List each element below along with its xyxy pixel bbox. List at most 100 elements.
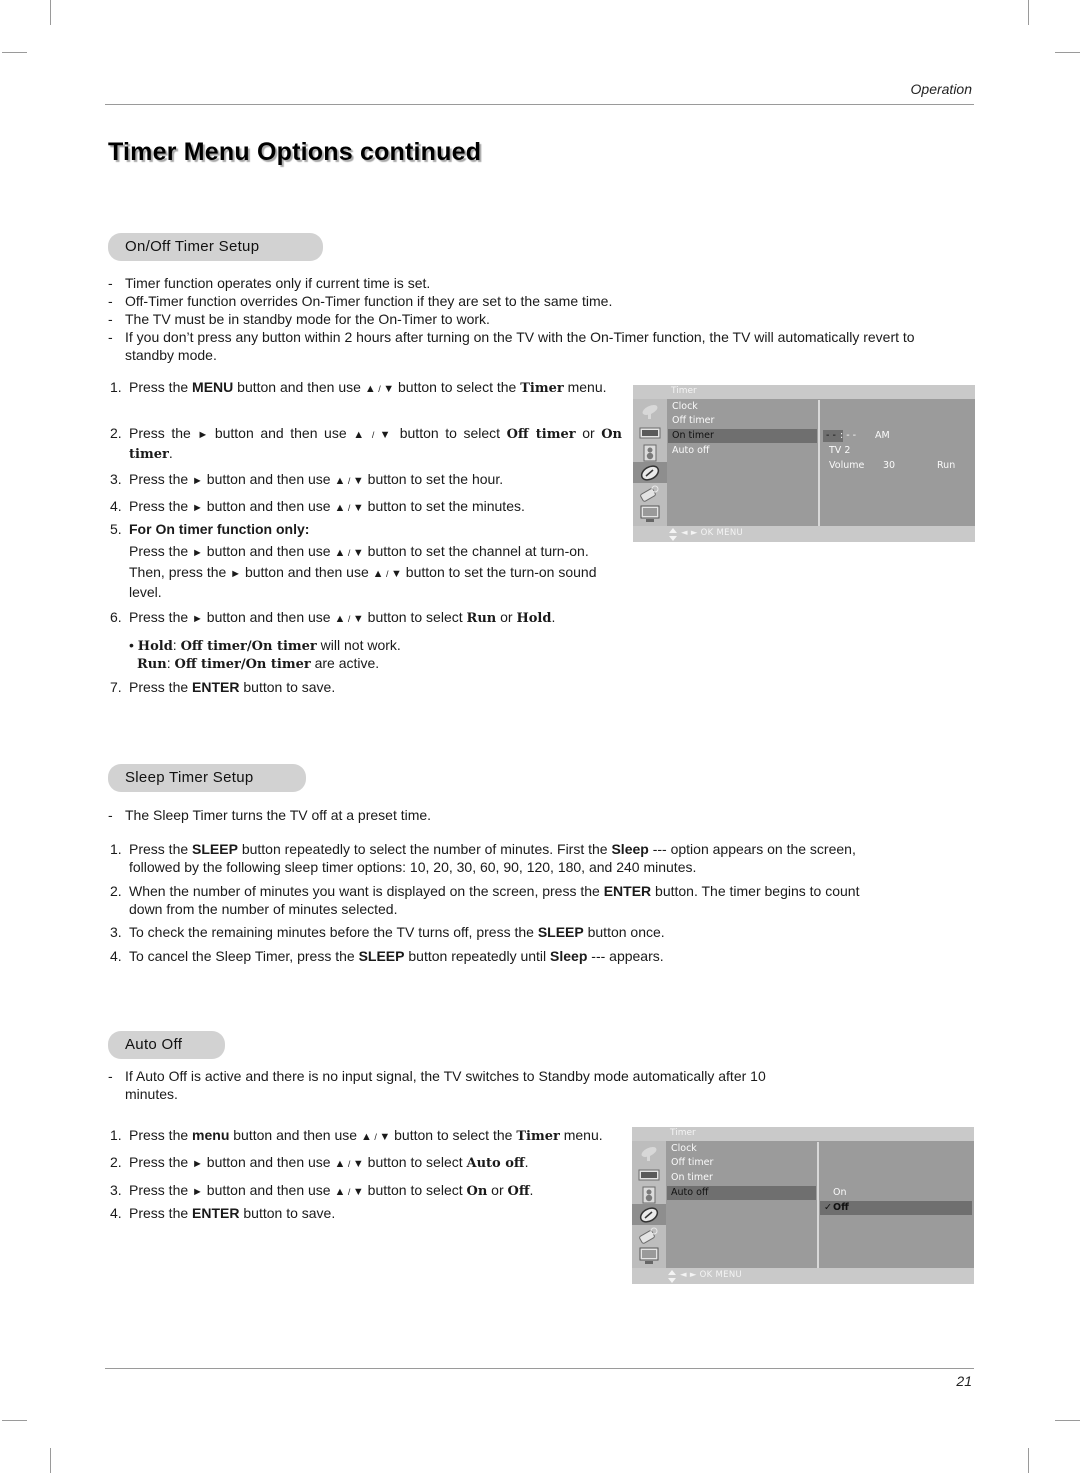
osd-menu-item-on-timer[interactable]: On timer bbox=[668, 429, 817, 443]
down-arrow-icon: ▼ bbox=[383, 383, 395, 395]
note-item: If Auto Off is active and there is no in… bbox=[108, 1067, 778, 1103]
osd-ampm-field[interactable]: AM bbox=[875, 429, 890, 443]
step-item: 1. Press the SLEEP button repeatedly to … bbox=[110, 841, 856, 875]
pc-screen-icon[interactable] bbox=[637, 505, 663, 523]
step-item: 2. When the number of minutes you want i… bbox=[110, 883, 860, 917]
osd-menu-item-off-timer[interactable]: Off timer bbox=[668, 414, 817, 428]
up-down-arrow-icon bbox=[669, 528, 677, 541]
down-arrow-icon: ▼ bbox=[352, 502, 364, 514]
running-header: Operation bbox=[910, 81, 972, 97]
on-off-timer-notes: Timer function operates only if current … bbox=[108, 274, 928, 364]
up-arrow-icon: ▲ bbox=[334, 475, 346, 487]
step-item: 2. Press the ► button and then use ▲ / ▼… bbox=[110, 425, 622, 462]
up-down-arrow-icon bbox=[668, 1270, 676, 1283]
crop-mark bbox=[1028, 0, 1029, 25]
up-arrow-icon: ▲ bbox=[334, 502, 346, 514]
step-item: 1. Press the menu button and then use ▲ … bbox=[110, 1127, 603, 1144]
down-arrow-icon: ▼ bbox=[352, 1158, 364, 1170]
step-item: 4. To cancel the Sleep Timer, press the … bbox=[110, 948, 664, 964]
note-item: The Sleep Timer turns the TV off at a pr… bbox=[108, 806, 928, 824]
right-arrow-icon: ► bbox=[192, 613, 203, 625]
note-item: If you don’t press any button within 2 h… bbox=[108, 328, 928, 364]
picture-icon[interactable] bbox=[636, 1166, 662, 1184]
note-item: The TV must be in standby mode for the O… bbox=[108, 310, 928, 328]
up-arrow-icon: ▲ bbox=[334, 1158, 346, 1170]
down-arrow-icon: ▼ bbox=[352, 613, 364, 625]
osd-navigation-hint: ◄ ► OK MENU bbox=[681, 528, 744, 538]
up-arrow-icon: ▲ bbox=[334, 613, 346, 625]
osd-footer: ◄ ► OK MENU bbox=[632, 1268, 974, 1284]
osd-mode-field[interactable]: Run bbox=[937, 459, 955, 473]
down-arrow-icon: ▼ bbox=[379, 429, 394, 441]
osd-volume-label: Volume bbox=[829, 460, 865, 471]
up-arrow-icon: ▲ bbox=[364, 383, 376, 395]
note-item: Off-Timer function overrides On-Timer fu… bbox=[108, 292, 928, 310]
step-detail: Then, press the ► button and then use ▲ … bbox=[129, 564, 597, 600]
osd-menu-item-on-timer[interactable]: On timer bbox=[667, 1171, 816, 1185]
right-arrow-icon: ► bbox=[230, 568, 242, 580]
up-arrow-icon: ▲ bbox=[372, 568, 384, 580]
right-arrow-icon: ► bbox=[192, 475, 203, 487]
step-subheading: For On timer function only: bbox=[129, 521, 310, 537]
osd-menu-item-auto-off[interactable]: Auto off bbox=[667, 1186, 816, 1200]
up-arrow-icon: ▲ bbox=[353, 429, 367, 441]
step-item: 2. Press the ► button and then use ▲ / ▼… bbox=[110, 1154, 529, 1171]
picture-icon[interactable] bbox=[637, 424, 663, 442]
osd-menu-item-off-timer[interactable]: Off timer bbox=[667, 1156, 816, 1170]
satellite-dish-icon[interactable] bbox=[637, 403, 663, 421]
crop-mark bbox=[2, 52, 27, 53]
step-item: 3. To check the remaining minutes before… bbox=[110, 924, 665, 940]
osd-hour-field[interactable]: - - bbox=[826, 429, 836, 443]
osd-channel-field[interactable]: TV 2 bbox=[829, 444, 850, 458]
osd-option-off: Off bbox=[833, 1202, 849, 1213]
tv-menu-on-timer: Timer Clock Off timer On timer Auto off … bbox=[633, 385, 975, 542]
osd-option-off-row[interactable]: ✓ Off bbox=[820, 1201, 972, 1215]
timer-icon[interactable] bbox=[633, 462, 667, 483]
crop-mark bbox=[1055, 1420, 1080, 1421]
speaker-icon[interactable] bbox=[636, 1186, 662, 1204]
osd-minute-field[interactable]: : - - bbox=[840, 429, 856, 443]
check-icon: ✓ bbox=[824, 1202, 832, 1213]
crop-mark bbox=[1055, 52, 1080, 53]
up-arrow-icon: ▲ bbox=[360, 1131, 372, 1143]
osd-menu-item-auto-off[interactable]: Auto off bbox=[668, 444, 817, 458]
section-heading-sleep-timer: Sleep Timer Setup bbox=[108, 764, 306, 792]
osd-volume-value[interactable]: 30 bbox=[883, 459, 895, 473]
pc-screen-icon[interactable] bbox=[636, 1247, 662, 1265]
down-arrow-icon: ▼ bbox=[391, 568, 402, 580]
osd-title: Timer bbox=[670, 1128, 696, 1138]
step-item: 7. Press the ENTER button to save. bbox=[110, 679, 336, 695]
satellite-dish-icon[interactable] bbox=[636, 1145, 662, 1163]
down-arrow-icon: ▼ bbox=[352, 475, 364, 487]
right-arrow-icon: ► bbox=[192, 1186, 203, 1198]
right-arrow-icon: ► bbox=[192, 502, 203, 514]
footer-rule bbox=[105, 1368, 974, 1369]
osd-option-on[interactable]: On bbox=[833, 1186, 847, 1200]
osd-icon-bar bbox=[632, 1141, 666, 1268]
osd-menu-item-clock[interactable]: Clock bbox=[668, 400, 817, 414]
note-item: Timer function operates only if current … bbox=[108, 274, 928, 292]
section-heading-auto-off: Auto Off bbox=[108, 1031, 225, 1059]
special-icon[interactable] bbox=[636, 1227, 662, 1245]
osd-menu-item-clock[interactable]: Clock bbox=[667, 1142, 816, 1156]
down-arrow-icon: ▼ bbox=[352, 547, 364, 559]
step-item: 5. For On timer function only: bbox=[110, 521, 310, 537]
step-item: 1. Press the MENU button and then use ▲ … bbox=[110, 379, 607, 396]
page-number: 21 bbox=[956, 1373, 972, 1389]
step-detail: Press the ► button and then use ▲ / ▼ bu… bbox=[129, 543, 589, 559]
timer-icon[interactable] bbox=[632, 1204, 666, 1225]
crop-mark bbox=[50, 0, 51, 25]
down-arrow-icon: ▼ bbox=[379, 1131, 391, 1143]
page-title: Timer Menu Options continued bbox=[108, 138, 482, 166]
speaker-icon[interactable] bbox=[637, 444, 663, 462]
hold-bullet: • Hold: Off timer/On timer will not work… bbox=[129, 637, 401, 654]
down-arrow-icon: ▼ bbox=[352, 1186, 364, 1198]
up-arrow-icon: ▲ bbox=[334, 547, 346, 559]
osd-title: Timer bbox=[671, 386, 697, 396]
osd-navigation-hint: ◄ ► OK MENU bbox=[680, 1270, 743, 1280]
header-rule bbox=[105, 104, 974, 105]
step-item: 3. Press the ► button and then use ▲ / ▼… bbox=[110, 471, 504, 487]
special-icon[interactable] bbox=[637, 485, 663, 503]
auto-off-notes: If Auto Off is active and there is no in… bbox=[108, 1067, 778, 1103]
right-arrow-icon: ► bbox=[192, 1158, 203, 1170]
